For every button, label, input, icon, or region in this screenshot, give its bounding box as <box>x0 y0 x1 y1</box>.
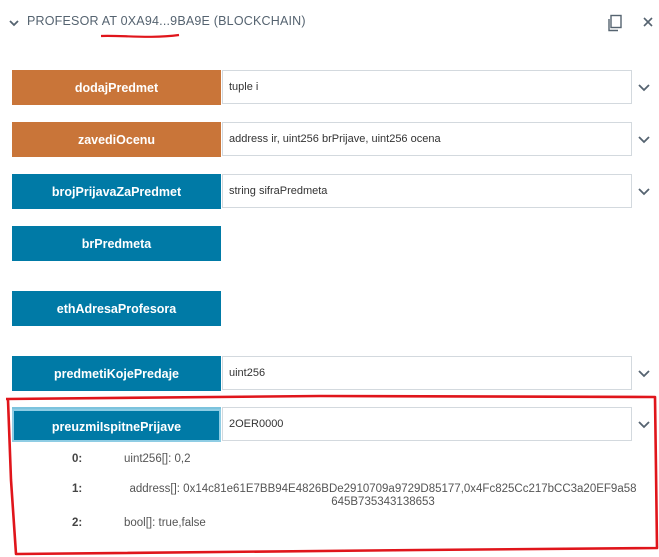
output-index: 0: <box>72 453 83 465</box>
output-index: 1: <box>72 483 83 495</box>
ethAdresaProfesora-button[interactable]: ethAdresaProfesora <box>12 291 221 326</box>
preuzmiIspitnePrijave-button[interactable]: preuzmiIspitnePrijave <box>12 407 221 442</box>
contract-header[interactable]: PROFESOR AT 0XA94...9BA9E (BLOCKCHAIN) <box>0 0 659 46</box>
copy-icon[interactable] <box>606 14 624 32</box>
output-index: 2: <box>72 517 83 529</box>
chevron-down-icon[interactable] <box>637 366 651 380</box>
contract-title: PROFESOR AT 0XA94...9BA9E (BLOCKCHAIN) <box>27 14 306 28</box>
chevron-down-icon[interactable] <box>637 417 651 431</box>
red-underline-annotation <box>100 33 180 38</box>
output-value: address[]: 0x14c81e61E7BB94E4826BDe29107… <box>129 483 637 508</box>
brPredmeta-button[interactable]: brPredmeta <box>12 226 221 261</box>
deployed-contract-panel: PROFESOR AT 0XA94...9BA9E (BLOCKCHAIN) d… <box>0 0 659 557</box>
predmetiKojePredaje-button[interactable]: predmetiKojePredaje <box>12 356 221 391</box>
brojPrijavaZaPredmet-button[interactable]: brojPrijavaZaPredmet <box>12 174 221 209</box>
dodajPredmet-input[interactable] <box>222 70 632 104</box>
zavediOcenu-input[interactable] <box>222 122 632 156</box>
preuzmiIspitnePrijave-input[interactable] <box>222 407 632 441</box>
chevron-down-icon[interactable] <box>637 80 651 94</box>
output-value: bool[]: true,false <box>124 517 206 529</box>
chevron-down-icon[interactable] <box>637 184 651 198</box>
chevron-down-icon[interactable] <box>637 132 651 146</box>
close-icon[interactable] <box>640 14 656 30</box>
brojPrijavaZaPredmet-input[interactable] <box>222 174 632 208</box>
predmetiKojePredaje-input[interactable] <box>222 356 632 390</box>
dodajPredmet-button[interactable]: dodajPredmet <box>12 70 221 105</box>
zavediOcenu-button[interactable]: zavediOcenu <box>12 122 221 157</box>
output-value: uint256[]: 0,2 <box>124 453 191 465</box>
chevron-down-icon[interactable] <box>8 17 20 29</box>
